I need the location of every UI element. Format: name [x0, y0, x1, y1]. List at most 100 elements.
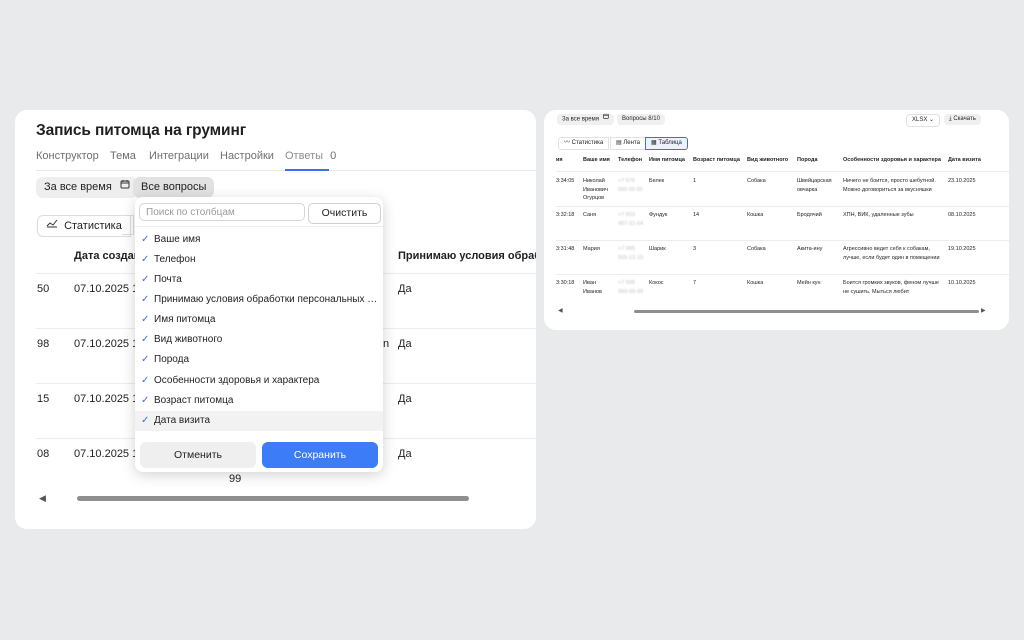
column-option-email[interactable]: ✓ Почта — [135, 270, 383, 290]
column-option-phone[interactable]: ✓ Телефон — [135, 250, 383, 270]
table-cell-partial: n — [383, 338, 390, 350]
tab-settings[interactable]: Настройки — [220, 150, 274, 162]
row-divider — [556, 240, 1009, 241]
view-tab-feed[interactable]: ▤ Лента — [610, 137, 646, 150]
table-cell: Ничего не боится, просто шебутной. Можно… — [843, 178, 936, 193]
column-header: Порода — [797, 157, 818, 163]
view-tab-statistics[interactable]: 〰 Статистика — [558, 137, 610, 150]
column-option-name[interactable]: ✓ Ваше имя — [135, 230, 383, 250]
page-title: Запись питомца на груминг — [36, 122, 247, 139]
table-cell: Боится громких звуков, феном лучше не су… — [843, 280, 939, 295]
tab-theme[interactable]: Тема — [110, 150, 136, 162]
check-icon: ✓ — [141, 234, 150, 245]
table-cell-id: 15 — [37, 393, 50, 405]
column-option-label: Особенности здоровья и характера — [154, 375, 320, 386]
answers-count: 0 — [330, 150, 337, 162]
save-button[interactable]: Сохранить — [262, 442, 378, 468]
calendar-icon — [120, 176, 130, 197]
scroll-left-arrow-icon[interactable]: ◀ — [558, 307, 563, 314]
format-select[interactable]: XLSX ⌄ — [906, 114, 941, 127]
table-cell: Кошка — [747, 280, 764, 286]
table-cell-date: 07.10.2025 18 — [74, 338, 145, 350]
column-header: Телефон — [618, 157, 643, 163]
table-cell-date: 07.10.2025 18 — [74, 393, 145, 405]
questions-filter-button[interactable]: Вопросы 8/10 — [617, 114, 665, 125]
table-cell: Николай Иванович Огурцов — [583, 178, 608, 201]
column-header: Ваше имя — [583, 157, 610, 163]
column-option-pet-age[interactable]: ✓ Возраст питомца — [135, 391, 383, 411]
check-icon: ✓ — [141, 354, 150, 365]
tab-constructor[interactable]: Конструктор — [36, 150, 99, 162]
table-cell-consent: Да — [398, 448, 412, 460]
table-cell: ХПН, ВИК, удаленные зубы — [843, 212, 914, 218]
column-option-label: Вид животного — [154, 334, 223, 345]
column-header: ия — [556, 157, 563, 163]
tab-answers[interactable]: Ответы 0 — [285, 150, 336, 162]
check-icon: ✓ — [141, 334, 150, 345]
chevron-down-icon: ⌄ — [929, 117, 935, 123]
column-option-label: Телефон — [154, 254, 196, 265]
table-cell: Бродячий — [797, 212, 822, 218]
scroll-right-arrow-icon[interactable]: ▶ — [981, 307, 986, 314]
table-cell-phone: +7 903 497-31-54 — [618, 212, 644, 227]
check-icon: ✓ — [141, 274, 150, 285]
view-tab-label: Лента — [623, 140, 640, 146]
period-filter-button[interactable]: За все время — [557, 113, 614, 125]
column-search-input[interactable]: Поиск по столбцам — [139, 203, 305, 221]
column-option-consent[interactable]: ✓ Принимаю условия обработки персональных… — [135, 290, 383, 310]
table-cell: Агрессивно ведет себя к собакам, лучше, … — [843, 246, 940, 261]
table-cell: Иван Иванов — [583, 280, 602, 295]
row-divider — [556, 274, 1009, 275]
column-header: Особенности здоровья и характера — [843, 157, 941, 163]
view-tab-label: Таблица — [658, 140, 682, 146]
column-option-health[interactable]: ✓ Особенности здоровья и характера — [135, 371, 383, 391]
table-cell-phone: +7 985 555-12-10 — [618, 246, 644, 261]
questions-filter-button[interactable]: Все вопросы — [133, 177, 215, 198]
clear-button[interactable]: Очистить — [308, 203, 381, 224]
download-button[interactable]: ⤓ Скачать — [944, 114, 981, 125]
horizontal-scrollbar[interactable] — [634, 310, 979, 313]
table-cell: 3:32:18 — [556, 212, 575, 218]
column-header: Возраст питомца — [693, 157, 740, 163]
horizontal-scrollbar[interactable] — [77, 496, 469, 501]
cancel-button[interactable]: Отменить — [140, 442, 256, 468]
view-tab-statistics[interactable]: Статистика — [37, 215, 131, 237]
table-cell: 10.10.2025 — [948, 280, 976, 286]
period-filter-button[interactable]: За все время — [36, 177, 138, 198]
table-cell: Мейн кун — [797, 280, 821, 286]
table-cell-date: 07.10.2025 18 — [74, 448, 145, 460]
view-tab-feed[interactable] — [122, 215, 134, 235]
table-cell-phone: +7 999 999-99-99 — [618, 280, 644, 295]
table-cell-id: 50 — [37, 283, 50, 295]
footer-count: 99 — [229, 473, 242, 485]
table-cell-phone: +7 976 000 00 00 — [618, 178, 643, 193]
column-option-visit-date[interactable]: ✓ Дата визита — [135, 411, 383, 431]
column-header-consent: Принимаю условия обработки — [398, 250, 536, 262]
table-view-panel: За все время Вопросы 8/10 XLSX ⌄ ⤓ Скача… — [544, 110, 1009, 330]
tab-integrations[interactable]: Интеграции — [149, 150, 209, 162]
period-filter-label: За все время — [562, 116, 599, 123]
format-select-label: XLSX — [912, 117, 928, 123]
table-cell: 7 — [693, 280, 697, 286]
column-option-animal-kind[interactable]: ✓ Вид животного — [135, 330, 383, 350]
chart-icon: 〰 — [564, 140, 572, 146]
table-cell: Мария — [583, 246, 600, 252]
table-cell: Швейцарская овчарка — [797, 178, 832, 193]
active-tab-indicator — [285, 169, 329, 171]
table-cell-consent: Да — [398, 393, 412, 405]
column-option-label: Порода — [154, 354, 190, 365]
column-header: Имя питомца — [649, 157, 685, 163]
scroll-left-arrow-icon[interactable]: ◀ — [39, 493, 46, 504]
dropdown-divider — [135, 226, 383, 227]
view-tab-table[interactable]: ▦ Таблица — [645, 137, 688, 150]
chart-icon — [46, 215, 58, 235]
column-header: Вид животного — [747, 157, 789, 163]
tab-answers-label: Ответы — [285, 150, 324, 162]
table-cell-id: 08 — [37, 448, 50, 460]
row-divider — [556, 206, 1009, 207]
table-cell-id: 98 — [37, 338, 50, 350]
table-cell-consent: Да — [398, 283, 412, 295]
column-option-label: Имя питомца — [154, 314, 216, 325]
column-option-breed[interactable]: ✓ Порода — [135, 350, 383, 370]
column-option-pet-name[interactable]: ✓ Имя питомца — [135, 310, 383, 330]
